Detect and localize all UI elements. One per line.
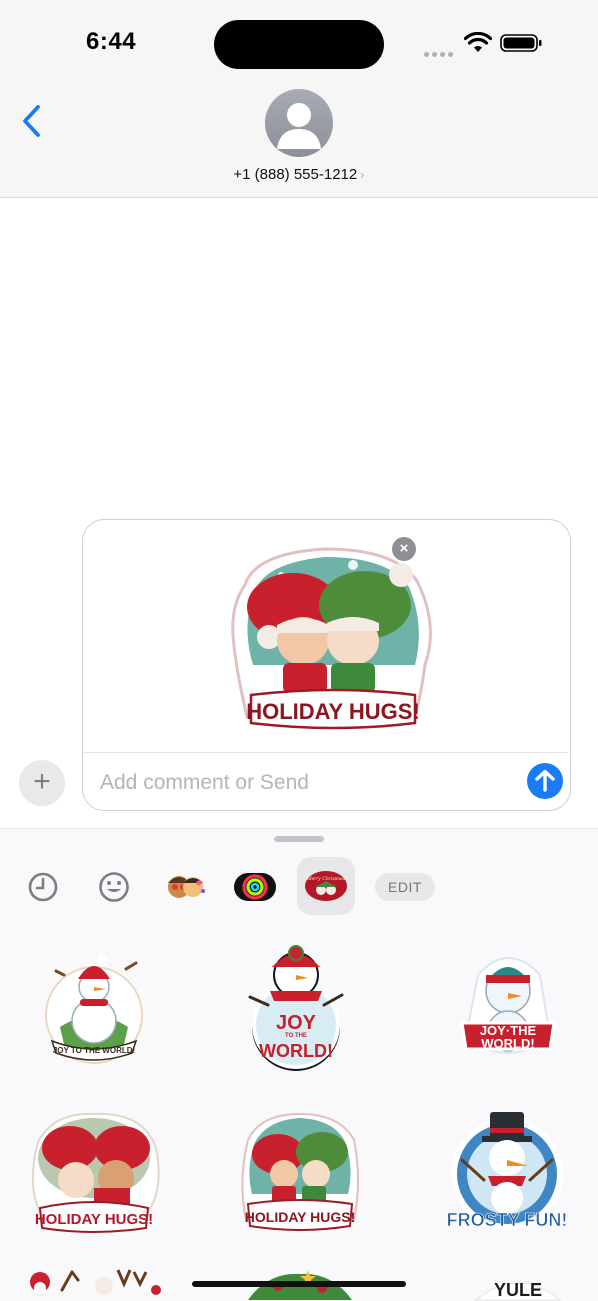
svg-text:JOY TO THE WORLD!: JOY TO THE WORLD! — [53, 1046, 135, 1055]
sticker-yule[interactable]: YULE — [470, 1266, 566, 1301]
contact-name[interactable]: +1 (888) 555-1212 › — [0, 166, 598, 183]
tab-recents[interactable] — [17, 861, 69, 913]
activity-rings-icon — [234, 873, 276, 901]
home-indicator[interactable] — [192, 1281, 406, 1287]
svg-text:YULE: YULE — [494, 1280, 542, 1300]
sticker-snowman-joy-round[interactable]: JOY TO THE WORLD! — [244, 945, 348, 1073]
merry-christmas-pack-icon: Merry Christmas — [305, 871, 347, 901]
cellular-signal-icon — [424, 44, 456, 57]
back-chevron-icon[interactable] — [20, 104, 44, 138]
chevron-right-icon: › — [360, 167, 365, 182]
svg-text:HOLIDAY HUGS!: HOLIDAY HUGS! — [245, 1209, 355, 1225]
tab-christmas-pack[interactable]: Merry Christmas — [297, 857, 355, 915]
svg-text:WORLD!: WORLD! — [481, 1036, 534, 1051]
clock-icon — [28, 872, 58, 902]
attached-sticker[interactable]: HOLIDAY HUGS! — [225, 545, 439, 735]
sticker-frosty-fun[interactable]: FROSTY FUN! — [446, 1108, 568, 1236]
contact-number: +1 (888) 555-1212 — [233, 166, 358, 183]
sticker-snowman-banner[interactable]: JOY·THE WORLD! — [460, 945, 556, 1069]
sticker-santa-reindeer[interactable] — [26, 1266, 162, 1300]
svg-text:JOY: JOY — [276, 1012, 317, 1034]
svg-text:WORLD!: WORLD! — [259, 1041, 333, 1061]
wifi-icon — [464, 32, 492, 52]
smiley-icon — [99, 872, 129, 902]
status-time: 6:44 — [86, 28, 137, 55]
send-button[interactable] — [527, 763, 563, 799]
add-attachment-button[interactable]: + — [19, 760, 65, 806]
svg-text:FROSTY FUN!: FROSTY FUN! — [447, 1210, 568, 1230]
tab-emoji[interactable] — [88, 861, 140, 913]
compose-divider — [83, 752, 569, 753]
memoji-sticker-icon — [168, 876, 205, 898]
drawer-grabber[interactable] — [274, 836, 324, 842]
edit-stickers-button[interactable]: EDIT — [375, 873, 435, 901]
sticker-holiday-hugs-alt[interactable]: HOLIDAY HUGS! — [24, 1108, 162, 1233]
tab-memoji[interactable] — [159, 861, 211, 913]
comment-input[interactable] — [100, 768, 510, 798]
sticker-snowman-joy[interactable]: JOY TO THE WORLD! — [42, 945, 146, 1067]
remove-attachment-button[interactable]: × — [392, 537, 416, 561]
svg-text:HOLIDAY HUGS!: HOLIDAY HUGS! — [35, 1211, 153, 1228]
sticker-holiday-hugs[interactable]: HOLIDAY HUGS! — [236, 1110, 364, 1234]
attached-sticker-caption: HOLIDAY HUGS! — [246, 699, 420, 724]
battery-icon — [500, 34, 542, 52]
contact-avatar[interactable] — [265, 89, 333, 157]
svg-text:Merry Christmas: Merry Christmas — [306, 876, 345, 882]
dynamic-island — [214, 20, 384, 69]
svg-text:TO THE: TO THE — [285, 1033, 307, 1039]
arrow-up-icon — [535, 769, 555, 792]
person-icon — [277, 103, 321, 149]
tab-activity[interactable] — [229, 861, 281, 913]
